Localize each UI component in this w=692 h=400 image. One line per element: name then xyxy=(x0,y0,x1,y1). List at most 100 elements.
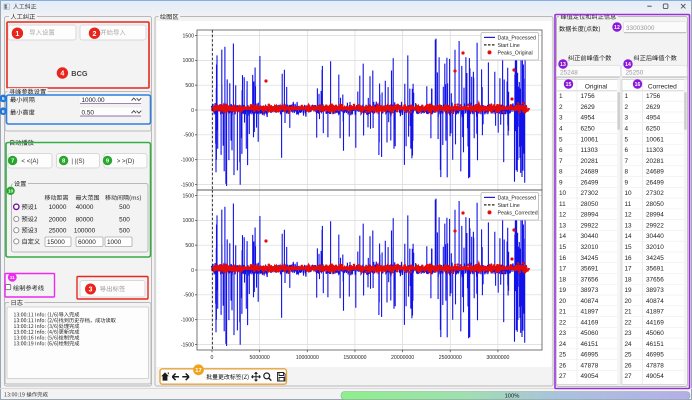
svg-text:17: 17 xyxy=(195,368,201,374)
svg-text:11: 11 xyxy=(559,201,566,208)
svg-text:27302: 27302 xyxy=(646,190,664,197)
svg-text:3: 3 xyxy=(625,115,629,122)
svg-text:10061: 10061 xyxy=(581,136,599,143)
svg-text:18: 18 xyxy=(625,276,633,283)
svg-text:3: 3 xyxy=(89,286,93,293)
svg-text:24: 24 xyxy=(559,341,567,348)
svg-text:16: 16 xyxy=(559,255,567,262)
svg-text:60000: 60000 xyxy=(78,239,96,246)
svg-text:1500: 1500 xyxy=(182,33,194,39)
svg-text:20281: 20281 xyxy=(581,158,599,165)
svg-text:9: 9 xyxy=(625,179,629,186)
svg-text:46151: 46151 xyxy=(646,341,664,348)
svg-text:20000: 20000 xyxy=(49,216,67,223)
svg-text:38973: 38973 xyxy=(581,287,599,294)
svg-text:17: 17 xyxy=(559,266,567,273)
svg-text:44169: 44169 xyxy=(646,319,664,326)
svg-text:12: 12 xyxy=(625,212,633,219)
svg-text:Corrected: Corrected xyxy=(648,83,677,90)
svg-text:Peaks_Corrected: Peaks_Corrected xyxy=(498,210,538,216)
svg-text:14: 14 xyxy=(625,62,631,68)
svg-text:26499: 26499 xyxy=(646,179,664,186)
svg-text:22: 22 xyxy=(625,319,633,326)
svg-text:35691: 35691 xyxy=(581,266,599,273)
svg-text:0: 0 xyxy=(191,268,194,274)
svg-text:27: 27 xyxy=(625,373,633,380)
svg-text:26: 26 xyxy=(559,362,567,369)
svg-text:44169: 44169 xyxy=(581,319,599,326)
svg-text:14: 14 xyxy=(625,233,633,240)
svg-text:12: 12 xyxy=(614,25,620,31)
svg-text:100%: 100% xyxy=(505,393,520,399)
svg-text:12: 12 xyxy=(559,212,567,219)
svg-text:15000: 15000 xyxy=(47,239,65,246)
svg-text:38973: 38973 xyxy=(646,287,664,294)
svg-text:28994: 28994 xyxy=(581,212,599,219)
svg-text:5000000: 5000000 xyxy=(250,355,270,361)
svg-text:500: 500 xyxy=(185,83,194,89)
svg-text:13: 13 xyxy=(560,62,566,68)
svg-text:-500: -500 xyxy=(184,133,194,139)
svg-text:Start Line: Start Line xyxy=(498,203,520,209)
svg-text:20281: 20281 xyxy=(646,158,664,165)
svg-text:9: 9 xyxy=(559,179,563,186)
svg-text:100000: 100000 xyxy=(74,228,96,235)
svg-text:0.50: 0.50 xyxy=(82,110,95,117)
svg-text:Peaks_Original: Peaks_Original xyxy=(498,50,533,56)
svg-text:1: 1 xyxy=(15,30,19,38)
svg-text:6250: 6250 xyxy=(646,126,661,133)
svg-text:3: 3 xyxy=(559,115,563,122)
svg-text:1756: 1756 xyxy=(646,93,661,100)
svg-text:15: 15 xyxy=(559,244,567,251)
svg-text:25: 25 xyxy=(625,352,633,359)
svg-text:18: 18 xyxy=(559,276,567,283)
svg-text:26499: 26499 xyxy=(581,179,599,186)
svg-text:15: 15 xyxy=(625,244,633,251)
svg-text:6: 6 xyxy=(2,109,5,115)
svg-text:40000: 40000 xyxy=(76,204,94,211)
svg-text:14: 14 xyxy=(559,233,567,240)
svg-text:5: 5 xyxy=(2,96,5,102)
svg-text:11303: 11303 xyxy=(581,147,599,154)
svg-text:Data_Processed: Data_Processed xyxy=(498,195,536,201)
svg-text:BCG: BCG xyxy=(71,69,88,78)
svg-text:11: 11 xyxy=(10,275,15,281)
svg-text:23: 23 xyxy=(625,330,633,337)
svg-text:49054: 49054 xyxy=(646,373,664,380)
svg-text:30440: 30440 xyxy=(646,233,664,240)
svg-text:27: 27 xyxy=(559,373,567,380)
svg-text:4954: 4954 xyxy=(646,115,661,122)
svg-text:25250: 25250 xyxy=(626,70,644,77)
svg-text:0: 0 xyxy=(191,108,194,114)
svg-text:33003000: 33003000 xyxy=(626,25,655,32)
svg-text:25000000: 25000000 xyxy=(439,355,462,361)
svg-text:-500: -500 xyxy=(184,293,194,299)
svg-text:47878: 47878 xyxy=(646,362,664,369)
svg-text:17: 17 xyxy=(625,266,633,273)
svg-text:6: 6 xyxy=(559,147,563,154)
svg-text:8: 8 xyxy=(559,169,563,176)
svg-text:41897: 41897 xyxy=(581,309,599,316)
svg-text:40874: 40874 xyxy=(646,298,664,305)
svg-text:10000: 10000 xyxy=(49,204,67,211)
svg-text:1756: 1756 xyxy=(581,93,596,100)
svg-text:4: 4 xyxy=(559,126,563,133)
svg-text:2629: 2629 xyxy=(581,104,596,111)
svg-text:500: 500 xyxy=(119,204,130,211)
svg-text:24689: 24689 xyxy=(581,169,599,176)
svg-text:5: 5 xyxy=(625,136,629,143)
svg-text:7: 7 xyxy=(625,158,629,165)
svg-text:< <(A): < <(A) xyxy=(21,158,38,165)
svg-text:6: 6 xyxy=(625,147,629,154)
svg-text:500: 500 xyxy=(185,243,194,249)
svg-text:21: 21 xyxy=(559,309,567,316)
svg-text:2: 2 xyxy=(625,104,629,111)
svg-text:34245: 34245 xyxy=(581,255,599,262)
svg-text:20000000: 20000000 xyxy=(391,355,414,361)
svg-text:37656: 37656 xyxy=(646,276,664,283)
svg-text:-1000: -1000 xyxy=(181,158,194,164)
svg-text:35691: 35691 xyxy=(646,266,664,273)
svg-text:13: 13 xyxy=(625,222,633,229)
svg-text:-1500: -1500 xyxy=(181,342,194,348)
svg-text:45060: 45060 xyxy=(581,330,599,337)
